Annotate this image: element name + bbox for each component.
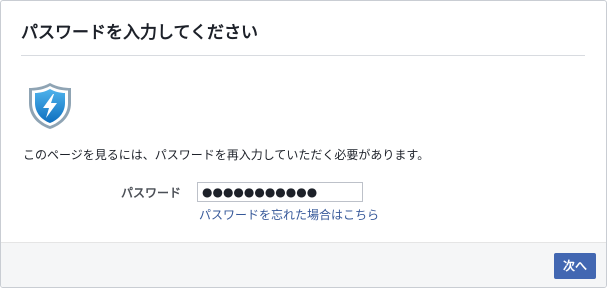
shield-lightning-icon: [26, 81, 74, 131]
dialog-header: パスワードを入力してください: [21, 21, 585, 56]
password-input[interactable]: [197, 182, 363, 202]
dialog-title: パスワードを入力してください: [21, 23, 258, 43]
next-button[interactable]: 次へ: [553, 253, 596, 279]
reauth-message: このページを見るには、パスワードを再入力していただく必要があります。: [23, 148, 430, 162]
password-dialog: パスワードを入力してください このページを見るには、パスワードを再入力していただ…: [0, 0, 607, 288]
password-label: パスワード: [121, 186, 182, 200]
dialog-footer: 次へ: [1, 242, 606, 287]
forgot-password-link[interactable]: パスワードを忘れた場合はこちら: [199, 207, 379, 223]
